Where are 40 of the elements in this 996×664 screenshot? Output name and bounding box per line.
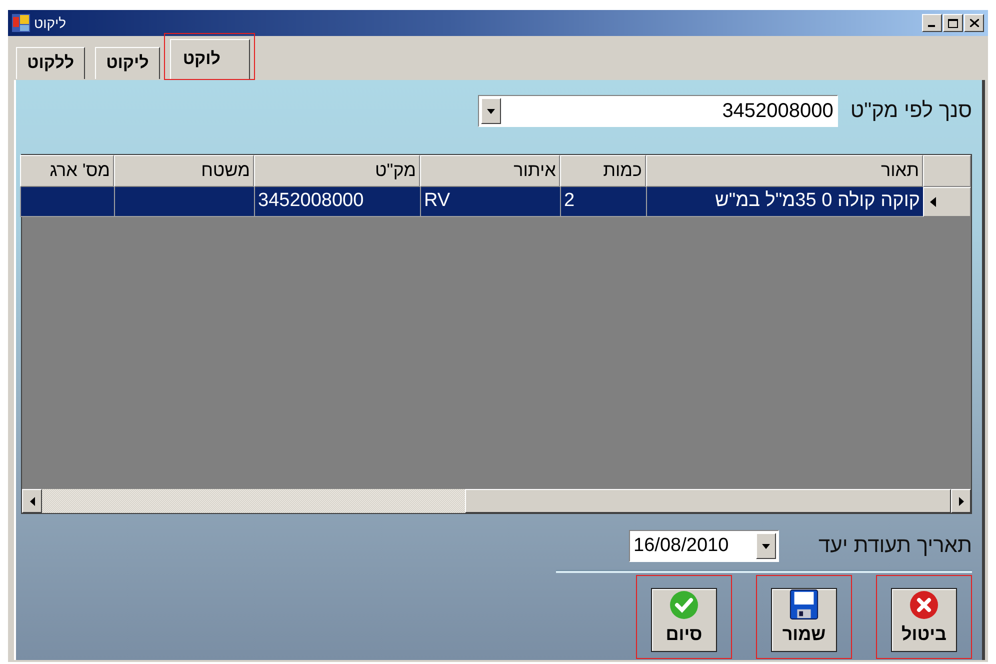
tab[interactable]: ליקוט bbox=[95, 47, 160, 79]
table-cell: 3452008000 bbox=[254, 187, 420, 217]
close-button[interactable] bbox=[964, 14, 984, 32]
close-icon bbox=[970, 19, 978, 27]
dropdown-arrow-icon bbox=[487, 108, 496, 114]
left-arrow-icon bbox=[30, 496, 34, 506]
tab[interactable]: לוקט bbox=[170, 39, 250, 79]
scroll-right-button[interactable] bbox=[951, 489, 971, 513]
check-circle-icon bbox=[669, 590, 699, 620]
table-cell: 2 bbox=[560, 187, 646, 217]
date-picker[interactable]: 16/08/2010 bbox=[628, 530, 779, 562]
close-circle-icon bbox=[909, 590, 939, 620]
maximize-button[interactable] bbox=[943, 14, 963, 32]
table-cell: קוקה קולה 0 35מ"ל במ"ש bbox=[646, 187, 923, 217]
right-arrow-icon bbox=[958, 496, 964, 506]
column-header[interactable]: כמות bbox=[560, 155, 646, 187]
current-row-icon bbox=[930, 197, 936, 207]
table-cell: RV bbox=[420, 187, 560, 217]
scan-combo-box[interactable]: 3452008000 bbox=[478, 95, 838, 127]
minimize-button[interactable] bbox=[922, 14, 942, 32]
column-header[interactable]: איתור bbox=[420, 155, 560, 187]
corner-header bbox=[923, 155, 971, 187]
finish-button[interactable]: סיום bbox=[651, 588, 717, 652]
maximize-icon bbox=[948, 18, 958, 28]
column-header[interactable]: משטח bbox=[114, 155, 254, 187]
horizontal-scrollbar[interactable] bbox=[22, 489, 971, 513]
column-header[interactable]: מק"ט bbox=[254, 155, 420, 187]
cancel-button[interactable]: ביטול bbox=[891, 588, 957, 652]
scan-label: סנך לפי מק"ט bbox=[850, 99, 972, 123]
scroll-left-button[interactable] bbox=[22, 489, 42, 513]
save-button[interactable]: שמור bbox=[771, 588, 837, 652]
tab[interactable]: ללקוט bbox=[16, 47, 86, 79]
row-header[interactable] bbox=[923, 187, 971, 217]
dropdown-arrow-icon bbox=[762, 544, 770, 548]
due-date-label: תאריך תעודת יעד bbox=[818, 534, 972, 558]
scroll-thumb[interactable] bbox=[465, 489, 951, 513]
column-header[interactable]: תאור bbox=[646, 155, 923, 187]
column-header[interactable]: מס' ארג bbox=[20, 155, 114, 187]
window-title: ליקוט bbox=[34, 15, 66, 31]
app-icon bbox=[12, 14, 30, 32]
